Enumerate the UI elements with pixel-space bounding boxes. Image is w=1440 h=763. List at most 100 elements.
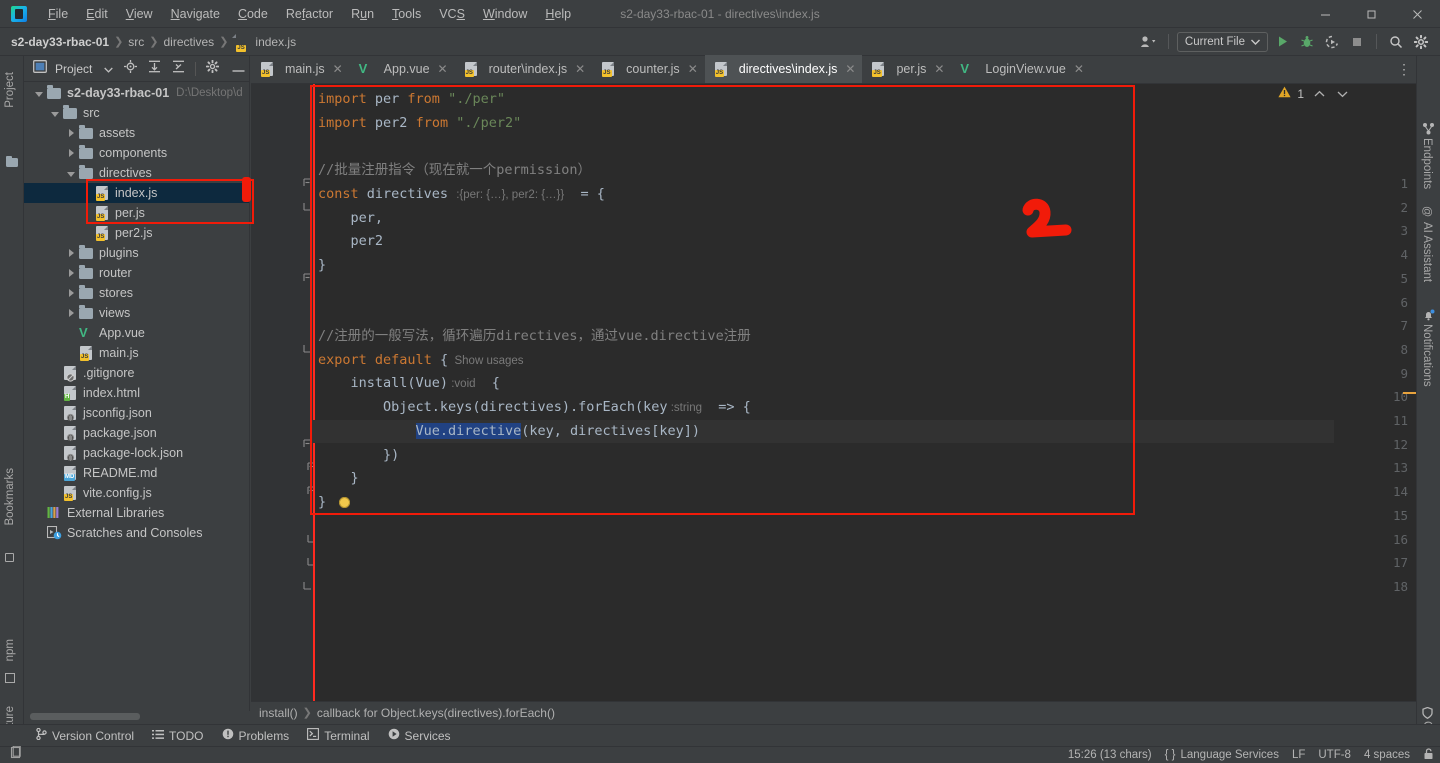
debug-icon[interactable] <box>1296 32 1318 52</box>
minimize-icon[interactable] <box>1302 0 1348 28</box>
close-tab-icon[interactable]: ✕ <box>438 62 448 76</box>
tree-item-package-lock-json[interactable]: {} package-lock.json <box>24 443 249 463</box>
code-fold-marker[interactable] <box>303 202 312 211</box>
tree-item-per2-js[interactable]: JS per2.js <box>24 223 249 243</box>
run-icon[interactable] <box>1271 32 1293 52</box>
tree-item-s2-day33-rbac-01[interactable]: s2-day33-rbac-01 D:\Desktop\d <box>24 83 249 103</box>
chevron-right-icon[interactable] <box>66 288 77 299</box>
tree-item-index-html[interactable]: Hindex.html <box>24 383 249 403</box>
file-encoding[interactable]: UTF-8 <box>1318 749 1351 761</box>
code-line[interactable]: } <box>313 491 1334 515</box>
tab-options-icon[interactable]: ⋮ <box>1397 61 1412 78</box>
chevron-down-icon[interactable] <box>50 108 61 119</box>
code-line[interactable] <box>313 278 1334 302</box>
code-line[interactable]: } <box>313 254 1334 278</box>
close-tab-icon[interactable]: ✕ <box>845 62 855 76</box>
code-line[interactable]: import per from "./per" <box>313 88 1334 112</box>
line-separator[interactable]: LF <box>1292 749 1305 761</box>
profile-icon[interactable] <box>1138 32 1160 52</box>
hide-icon[interactable] <box>232 60 245 78</box>
run-configuration-selector[interactable]: Current File <box>1176 31 1268 52</box>
menu-edit[interactable]: Edit <box>77 4 117 24</box>
chevron-right-icon[interactable] <box>66 148 77 159</box>
inspections-widget[interactable]: 1 <box>1278 86 1348 101</box>
code-line[interactable]: } <box>313 467 1334 491</box>
code-fold-marker[interactable] <box>303 178 312 187</box>
chevron-right-icon[interactable] <box>66 268 77 279</box>
tree-item-scratches-and-consoles[interactable]: Scratches and Consoles <box>24 523 249 543</box>
tool-button-terminal[interactable]: Terminal <box>299 726 377 745</box>
menu-window[interactable]: Window <box>474 4 536 24</box>
tree-item-main-js[interactable]: JS main.js <box>24 343 249 363</box>
error-stripe[interactable] <box>1400 84 1416 701</box>
caret-position[interactable]: 15:26 (13 chars) <box>1068 749 1152 761</box>
breadcrumb-directives[interactable]: directives <box>164 35 215 49</box>
close-tab-icon[interactable]: ✕ <box>934 62 944 76</box>
menu-file[interactable]: FFileile <box>39 4 77 24</box>
breadcrumb-file[interactable]: index.js <box>255 35 296 49</box>
code-line[interactable]: per, <box>313 207 1334 231</box>
code-content[interactable]: import per from "./per" import per2 from … <box>313 84 1334 701</box>
code-line[interactable]: const directives :{per: {…}, per2: {…}} … <box>313 183 1334 207</box>
tree-item-src[interactable]: src <box>24 103 249 123</box>
breadcrumb-project[interactable]: s2-day33-rbac-01 <box>11 35 109 49</box>
tree-item-package-json[interactable]: {} package.json <box>24 423 249 443</box>
chevron-down-icon[interactable] <box>34 88 45 99</box>
code-line[interactable]: per2 <box>313 230 1334 254</box>
chevron-down-icon[interactable] <box>104 60 114 78</box>
code-line[interactable]: }) <box>313 444 1334 468</box>
menu-run[interactable]: Run <box>342 4 383 24</box>
locate-icon[interactable] <box>124 59 138 78</box>
code-line[interactable]: Object.keys(directives).forEach(key :str… <box>313 396 1334 420</box>
tree-item-stores[interactable]: stores <box>24 283 249 303</box>
tool-button-version-control[interactable]: Version Control <box>28 726 142 745</box>
chevron-right-icon[interactable] <box>66 308 77 319</box>
code-line[interactable] <box>313 301 1334 325</box>
breadcrumb-install[interactable]: install() <box>259 706 298 720</box>
code-line[interactable]: Vue.directive(key, directives[key]) <box>313 419 1334 444</box>
stripe-item-ai-assistant[interactable]: @ AI Assistant <box>1421 206 1433 282</box>
tree-item-external-libraries[interactable]: External Libraries <box>24 503 249 523</box>
tree-item-directives[interactable]: directives <box>24 163 249 183</box>
search-icon[interactable] <box>1385 32 1407 52</box>
tool-button-problems[interactable]: Problems <box>214 726 298 745</box>
editor-tab-per-js[interactable]: JS per.js ✕ <box>862 55 951 83</box>
project-view-icon[interactable] <box>33 59 47 78</box>
tool-button-services[interactable]: Services <box>380 726 459 745</box>
next-problem-icon[interactable] <box>1337 87 1348 101</box>
close-tab-icon[interactable]: ✕ <box>688 62 698 76</box>
code-line[interactable]: export default { Show usages <box>313 349 1334 373</box>
tree-item-readme-md[interactable]: MD README.md <box>24 463 249 483</box>
tree-item-vite-config-js[interactable]: JS vite.config.js <box>24 483 249 503</box>
code-fold-marker[interactable] <box>303 344 312 353</box>
close-tab-icon[interactable]: ✕ <box>1074 62 1084 76</box>
tree-item--gitignore[interactable]: .gitignore <box>24 363 249 383</box>
close-tab-icon[interactable]: ✕ <box>333 62 343 76</box>
stripe-item-notifications[interactable]: Notifications <box>1421 324 1433 387</box>
tree-item-views[interactable]: views <box>24 303 249 323</box>
menu-code[interactable]: Code <box>229 4 277 24</box>
code-fold-marker[interactable] <box>303 273 312 282</box>
editor-tab-bar[interactable]: JS main.js ✕ V App.vue ✕ JS router\index.js ✕ JS c… <box>251 55 1416 84</box>
close-tab-icon[interactable]: ✕ <box>575 62 585 76</box>
memory-indicator-icon[interactable] <box>10 745 22 763</box>
tree-item-app-vue[interactable]: V App.vue <box>24 323 249 343</box>
intention-bulb-icon[interactable] <box>339 496 350 508</box>
tree-item-assets[interactable]: assets <box>24 123 249 143</box>
prev-problem-icon[interactable] <box>1314 87 1325 101</box>
code-line[interactable] <box>313 135 1334 159</box>
chevron-right-icon[interactable] <box>66 248 77 259</box>
menu-vcs[interactable]: VCS <box>430 4 474 24</box>
lock-icon[interactable] <box>1423 747 1434 763</box>
code-fold-marker[interactable] <box>303 439 312 448</box>
run-with-coverage-icon[interactable] <box>1321 32 1343 52</box>
tree-item-components[interactable]: components <box>24 143 249 163</box>
code-line[interactable]: install(Vue) :void { <box>313 372 1334 396</box>
menu-view[interactable]: View <box>117 4 162 24</box>
menu-tools[interactable]: Tools <box>383 4 430 24</box>
editor-tab-app-vue[interactable]: V App.vue ✕ <box>350 55 455 83</box>
editor-tab-main-js[interactable]: JS main.js ✕ <box>251 55 350 83</box>
close-icon[interactable] <box>1394 0 1440 28</box>
code-line[interactable]: import per2 from "./per2" <box>313 112 1334 136</box>
tree-item-jsconfig-json[interactable]: {} jsconfig.json <box>24 403 249 423</box>
